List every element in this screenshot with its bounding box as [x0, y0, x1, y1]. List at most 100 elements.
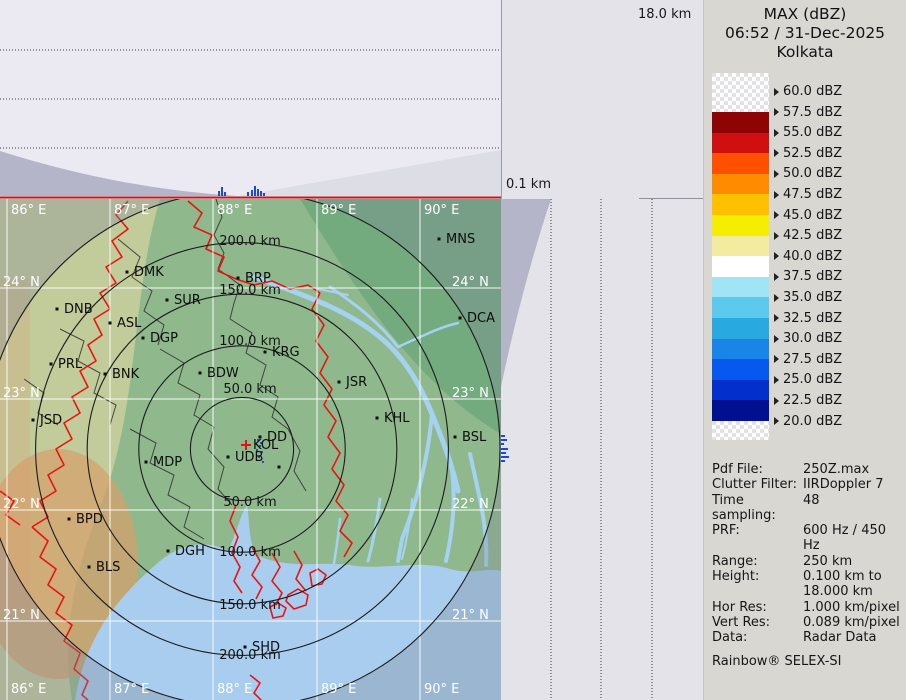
no-data-band	[712, 73, 769, 112]
product-datetime: 06:52 / 31-Dec-2025	[704, 24, 906, 43]
radar-map: 86° E86° E87° E87° E88° E88° E89° E89° E…	[0, 199, 501, 700]
height-axis-corner-panel: 18.0 km 0.1 km	[501, 0, 703, 199]
dbz-color-band	[712, 359, 769, 380]
echo-bar	[251, 190, 253, 196]
city-dot	[454, 436, 457, 439]
metadata-value: 250 km	[803, 554, 852, 569]
city-label-bnk: BNK	[112, 367, 140, 382]
dbz-color-band	[712, 277, 769, 298]
city-label-dmk: DMK	[134, 265, 164, 280]
scale-tick-arrow-icon	[774, 355, 779, 363]
metadata-value: 600 Hz / 450 Hz	[803, 523, 904, 554]
longitude-label-top: 88° E	[217, 203, 252, 218]
dbz-scale-entry: 52.5 dBZ	[774, 145, 842, 161]
longitude-label-top: 90° E	[424, 203, 459, 218]
metadata-row: Height:0.100 km to 18.000 km	[712, 569, 904, 600]
range-ring-label: 50.0 km	[223, 382, 276, 397]
scale-tick-arrow-icon	[774, 170, 779, 178]
dbz-scale-entry: 27.5 dBZ	[774, 351, 842, 367]
echo-bar	[501, 456, 509, 458]
latitude-label-left: 24° N	[3, 275, 40, 290]
dbz-scale-entry: 30.0 dBZ	[774, 331, 842, 347]
scale-tick-arrow-icon	[774, 314, 779, 322]
dbz-scale-value: 57.5 dBZ	[783, 105, 842, 120]
dbz-scale-entry: 37.5 dBZ	[774, 269, 842, 285]
metadata-row: PRF:600 Hz / 450 Hz	[712, 523, 904, 554]
radar-product-window: 18.0 km 0.1 km	[0, 0, 906, 700]
dbz-color-band	[712, 256, 769, 277]
latitude-label-left: 22° N	[3, 497, 40, 512]
city-label-mns: MNS	[446, 232, 475, 247]
beam-blockage-wedge-top	[501, 199, 551, 387]
range-ring-label: 50.0 km	[223, 495, 276, 510]
longitude-label-top: 86° E	[11, 203, 46, 218]
city-dot	[376, 417, 379, 420]
dbz-scale-value: 60.0 dBZ	[783, 84, 842, 99]
city-dot	[56, 308, 59, 311]
scale-tick-arrow-icon	[774, 335, 779, 343]
echo-bar	[224, 192, 226, 196]
city-label-bls: BLS	[96, 560, 120, 575]
echo-bar	[221, 187, 223, 196]
scale-tick-arrow-icon	[774, 294, 779, 302]
echo-bar	[501, 460, 505, 462]
echo-bar	[260, 191, 262, 196]
product-metadata: Pdf File:250Z.maxClutter Filter:IIRDoppl…	[712, 462, 904, 669]
city-dot	[142, 337, 145, 340]
dbz-scale-entry: 25.0 dBZ	[774, 372, 842, 388]
city-dot	[126, 271, 129, 274]
longitude-label-bottom: 88° E	[217, 682, 252, 697]
metadata-value: Radar Data	[803, 630, 876, 645]
city-label-mdp: MDP	[153, 455, 182, 470]
city-label-sur: SUR	[174, 293, 201, 308]
city-label-dgp: DGP	[150, 331, 178, 346]
dbz-scale-entry: 40.0 dBZ	[774, 248, 842, 264]
dbz-color-band	[712, 380, 769, 401]
beam-blockage-wedge-right	[238, 150, 501, 196]
scale-tick-arrow-icon	[774, 252, 779, 260]
latitude-label-right: 23° N	[452, 386, 489, 401]
echo-bar	[501, 443, 504, 445]
range-ring-label: 200.0 km	[219, 234, 281, 249]
city-label-brp: BRP	[245, 271, 271, 286]
dbz-scale-value: 52.5 dBZ	[783, 146, 842, 161]
echo-bar	[501, 448, 508, 450]
city-dot	[50, 363, 53, 366]
dbz-scale-entry: 35.0 dBZ	[774, 290, 842, 306]
product-name: MAX (dBZ)	[704, 5, 906, 24]
dbz-scale-value: 37.5 dBZ	[783, 269, 842, 284]
dbz-color-band	[712, 339, 769, 360]
longitude-label-bottom: 90° E	[424, 682, 459, 697]
longitude-label-top: 89° E	[321, 203, 356, 218]
city-dot	[244, 646, 247, 649]
city-dot	[32, 419, 35, 422]
metadata-row: Pdf File:250Z.max	[712, 462, 904, 477]
no-data-band	[712, 421, 769, 440]
echo-bar	[263, 193, 265, 196]
metadata-row: Vert Res:0.089 km/pixel	[712, 615, 904, 630]
dbz-scale-entry: 45.0 dBZ	[774, 207, 842, 223]
scale-tick-arrow-icon	[774, 88, 779, 96]
dbz-color-band	[712, 194, 769, 215]
legend-panel: MAX (dBZ) 06:52 / 31-Dec-2025 Kolkata 60…	[703, 0, 906, 700]
city-label-bdw: BDW	[207, 366, 239, 381]
dbz-color-band	[712, 153, 769, 174]
echo-bar	[218, 191, 220, 196]
dbz-color-band	[712, 215, 769, 236]
min-height-label: 0.1 km	[506, 177, 551, 192]
dbz-scale-entry: 20.0 dBZ	[774, 413, 842, 429]
dbz-scale-entry: 42.5 dBZ	[774, 228, 842, 244]
latitude-label-left: 23° N	[3, 386, 40, 401]
dbz-scale-entry: 50.0 dBZ	[774, 166, 842, 182]
latitude-label-right: 24° N	[452, 275, 489, 290]
metadata-value: 0.100 km to 18.000 km	[803, 569, 882, 600]
longitude-label-top: 87° E	[114, 203, 149, 218]
metadata-row: Time sampling:48	[712, 493, 904, 524]
dbz-scale-value: 45.0 dBZ	[783, 208, 842, 223]
longitude-label-bottom: 86° E	[11, 682, 46, 697]
product-site: Kolkata	[704, 43, 906, 62]
dbz-scale-entry: 22.5 dBZ	[774, 393, 842, 409]
dbz-scale-value: 50.0 dBZ	[783, 166, 842, 181]
metadata-value: 250Z.max	[803, 462, 869, 477]
dbz-scale-value: 25.0 dBZ	[783, 372, 842, 387]
